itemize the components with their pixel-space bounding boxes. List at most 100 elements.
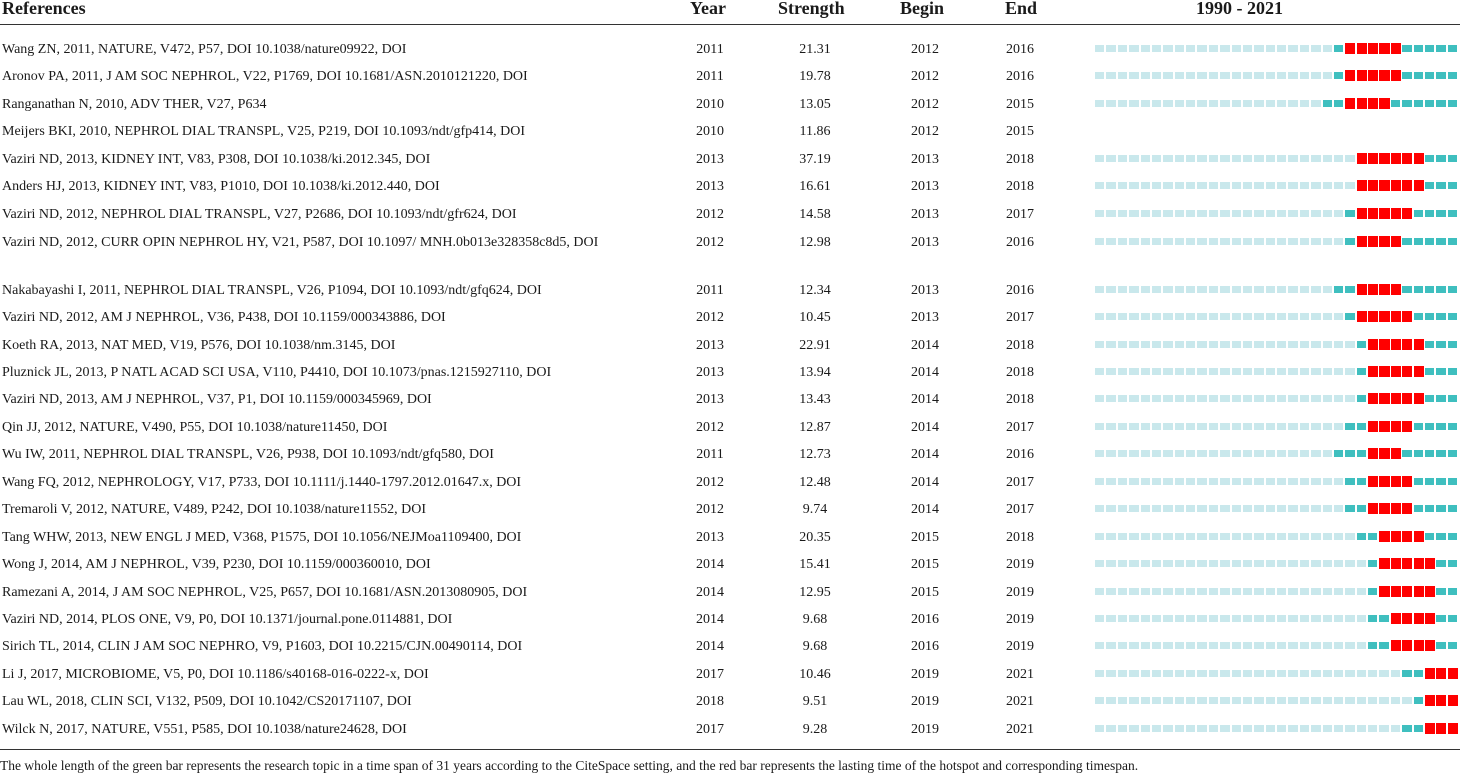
- timeline-segment-inactive: [1186, 72, 1196, 79]
- timeline-segment-active: [1424, 155, 1435, 162]
- timeline-segment-burst: [1402, 421, 1413, 432]
- strength-cell: 15.41: [799, 557, 831, 572]
- timeline-segment-inactive: [1265, 505, 1275, 512]
- timeline-segment-inactive: [1311, 45, 1321, 52]
- timeline-segment-inactive: [1095, 450, 1105, 457]
- timeline-segment-active: [1436, 560, 1446, 567]
- timeline-segment-inactive: [1345, 725, 1355, 732]
- timeline-segment-inactive: [1368, 697, 1378, 704]
- year-cell: 2014: [696, 585, 724, 600]
- end-cell: 2016: [1006, 447, 1034, 462]
- timeline-segment-inactive: [1220, 588, 1230, 595]
- timeline-segment-active: [1402, 45, 1412, 52]
- year-cell: 2013: [696, 152, 724, 167]
- timeline-segment-active: [1424, 450, 1435, 457]
- timeline-segment-inactive: [1390, 725, 1401, 732]
- timeline-segment-inactive: [1288, 670, 1298, 677]
- timeline-segment-burst: [1402, 311, 1413, 322]
- timeline-segment-inactive: [1129, 697, 1139, 704]
- timeline-segment-inactive: [1231, 395, 1241, 402]
- end-cell: 2018: [1006, 152, 1034, 167]
- timeline-segment-inactive: [1117, 368, 1128, 375]
- timeline-segment-inactive: [1345, 560, 1355, 567]
- timeline-segment-inactive: [1220, 238, 1230, 245]
- timeline-segment-burst: [1424, 723, 1436, 734]
- timeline-segment-inactive: [1140, 395, 1150, 402]
- timeline-segment-inactive: [1186, 725, 1196, 732]
- timeline-segment-inactive: [1254, 450, 1264, 457]
- timeline-segment-burst: [1390, 208, 1401, 219]
- timeline-segment-active: [1447, 238, 1457, 245]
- timeline-segment-inactive: [1265, 182, 1275, 189]
- timeline-segment-inactive: [1095, 238, 1105, 245]
- timeline-segment-inactive: [1231, 642, 1241, 649]
- timeline-segment-inactive: [1163, 286, 1173, 293]
- timeline-segment-inactive: [1197, 368, 1207, 375]
- timeline-segment-inactive: [1333, 423, 1344, 430]
- timeline-segment-inactive: [1106, 670, 1116, 677]
- timeline-segment-inactive: [1163, 182, 1173, 189]
- end-cell: 2019: [1006, 557, 1034, 572]
- timeline-segment-inactive: [1231, 615, 1241, 622]
- timeline-segment-active: [1333, 45, 1344, 52]
- timeline-segment-inactive: [1197, 100, 1207, 107]
- timeline-segment-inactive: [1265, 286, 1275, 293]
- timeline-segment-active: [1345, 238, 1355, 245]
- year-cell: 2011: [696, 447, 724, 462]
- timeline-segment-inactive: [1106, 210, 1116, 217]
- timeline-segment-inactive: [1174, 210, 1184, 217]
- reference-text: Vaziri ND, 2012, NEPHROL DIAL TRANSPL, V…: [2, 207, 517, 222]
- header-year: Year: [690, 0, 726, 18]
- timeline-segment-inactive: [1220, 72, 1230, 79]
- timeline-segment-inactive: [1311, 395, 1321, 402]
- timeline-segment-burst: [1379, 236, 1390, 247]
- begin-cell: 2015: [911, 530, 939, 545]
- timeline-segment-burst: [1390, 284, 1401, 295]
- timeline-segment-inactive: [1186, 560, 1196, 567]
- timeline-segment-inactive: [1231, 697, 1241, 704]
- timeline-segment-burst: [1402, 339, 1413, 350]
- timeline-segment-active: [1447, 615, 1457, 622]
- timeline-segment-active: [1402, 450, 1412, 457]
- timeline-segment-active: [1345, 210, 1355, 217]
- timeline-segment-inactive: [1333, 155, 1344, 162]
- timeline-segment-active: [1368, 588, 1378, 595]
- timeline-segment-inactive: [1163, 450, 1173, 457]
- timeline-segment-inactive: [1333, 615, 1344, 622]
- timeline-segment-inactive: [1151, 45, 1162, 52]
- timeline-segment-inactive: [1140, 478, 1150, 485]
- timeline-segment-inactive: [1345, 182, 1355, 189]
- timeline-segment-active: [1356, 478, 1366, 485]
- timeline-segment-inactive: [1117, 615, 1128, 622]
- begin-cell: 2013: [911, 152, 939, 167]
- timeline-segment-inactive: [1095, 286, 1105, 293]
- timeline-bar: [1095, 613, 1459, 624]
- timeline-segment-inactive: [1254, 533, 1264, 540]
- timeline-segment-burst: [1402, 208, 1413, 219]
- timeline-segment-inactive: [1311, 286, 1321, 293]
- timeline-segment-inactive: [1288, 505, 1298, 512]
- timeline-segment-inactive: [1117, 341, 1128, 348]
- timeline-segment-active: [1447, 210, 1457, 217]
- timeline-segment-burst: [1390, 586, 1401, 597]
- timeline-segment-inactive: [1151, 560, 1162, 567]
- timeline-segment-active: [1356, 368, 1366, 375]
- timeline-segment-active: [1413, 313, 1423, 320]
- timeline-segment-burst: [1368, 180, 1379, 191]
- timeline-segment-inactive: [1390, 697, 1401, 704]
- timeline-segment-inactive: [1333, 533, 1344, 540]
- timeline-segment-burst: [1413, 613, 1424, 624]
- timeline-segment-active: [1345, 450, 1355, 457]
- timeline-segment-burst: [1379, 503, 1390, 514]
- timeline-segment-inactive: [1277, 238, 1287, 245]
- timeline-segment-inactive: [1242, 182, 1253, 189]
- strength-cell: 12.48: [799, 475, 831, 490]
- timeline-segment-burst: [1390, 613, 1401, 624]
- timeline-segment-inactive: [1220, 155, 1230, 162]
- timeline-segment-inactive: [1288, 615, 1298, 622]
- timeline-segment-active: [1345, 478, 1355, 485]
- timeline-segment-inactive: [1208, 588, 1219, 595]
- timeline-segment-burst: [1379, 284, 1390, 295]
- timeline-segment-inactive: [1254, 238, 1264, 245]
- timeline-segment-inactive: [1356, 615, 1366, 622]
